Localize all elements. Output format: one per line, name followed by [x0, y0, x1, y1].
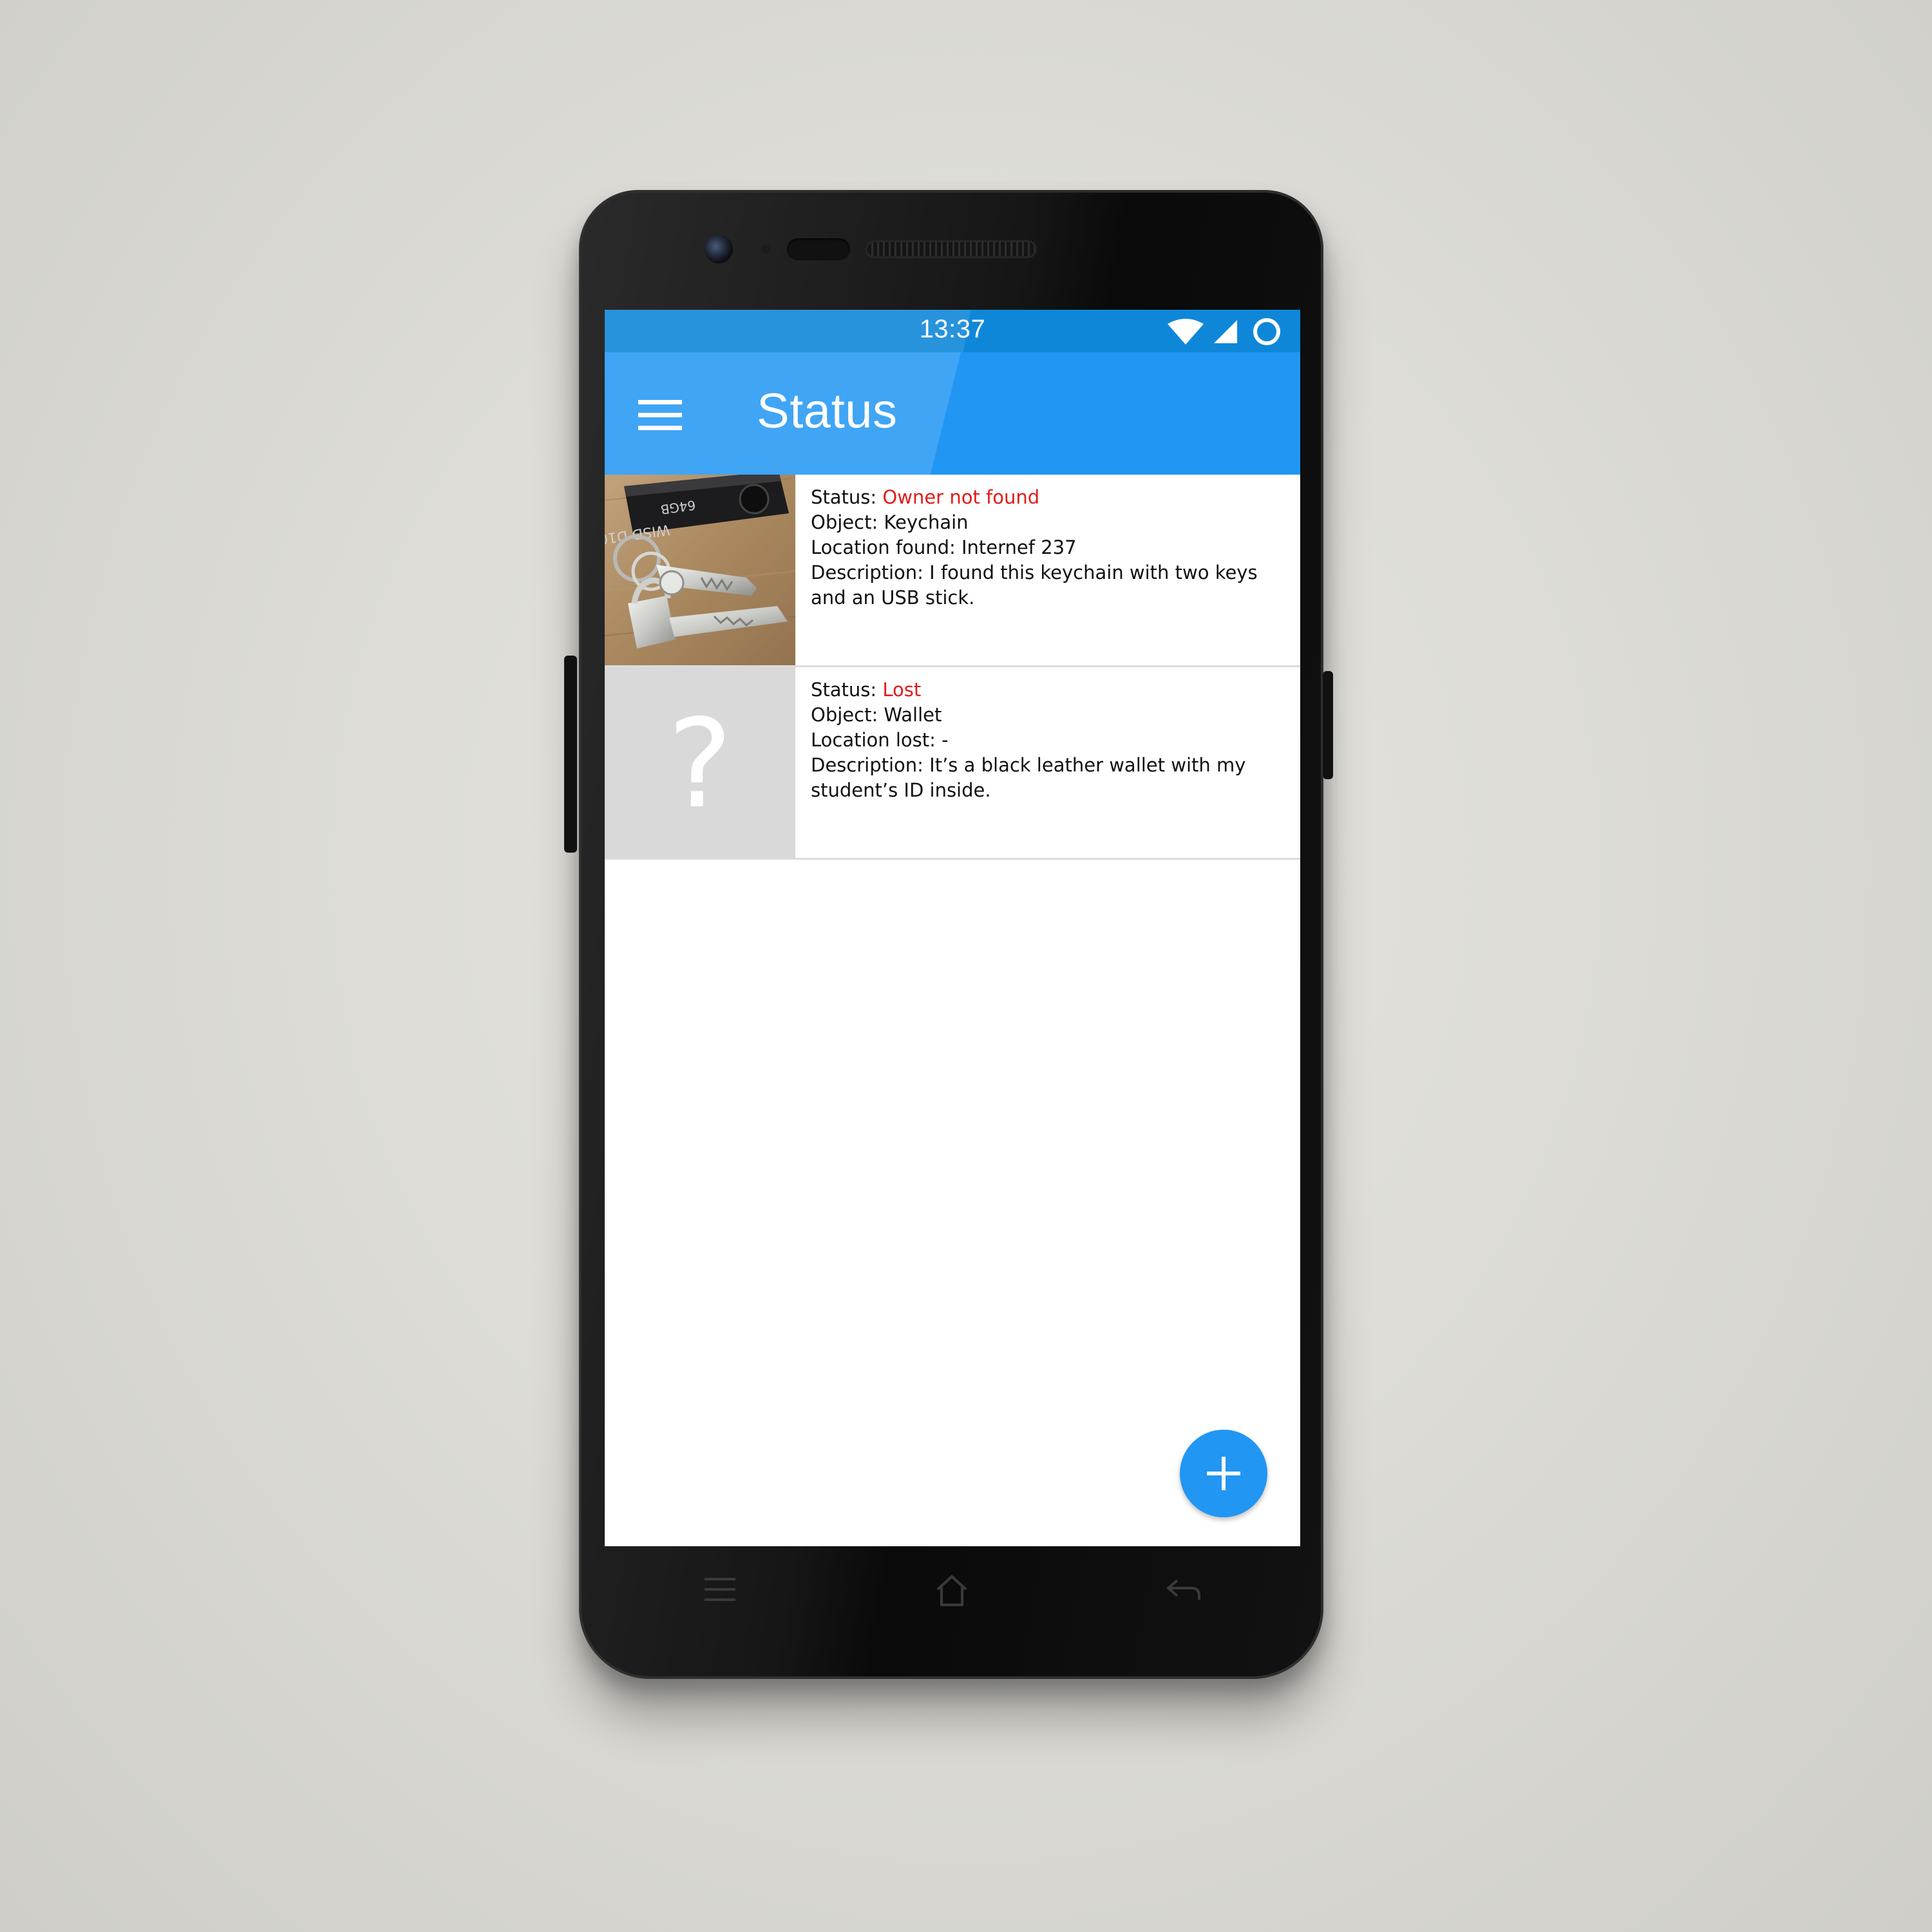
item-details: Status: Lost Object: Wallet Location los…: [811, 677, 1274, 803]
keychain-photo: 64GB WISD D100: [605, 475, 795, 665]
status-value: Owner not found: [882, 486, 1040, 508]
page-title: Status: [757, 384, 898, 439]
status-line: Status: Owner not found: [811, 485, 1274, 510]
status-label: Status:: [811, 679, 883, 701]
list-item[interactable]: ? Status: Lost Object: Wallet Location l…: [605, 667, 1300, 860]
status-list: 64GB WISD D100 Status: Owner not found O…: [605, 475, 1300, 860]
plus-icon-vertical: [1222, 1457, 1226, 1490]
keychain-illustration: 64GB WISD D100: [605, 475, 795, 665]
add-item-button[interactable]: [1180, 1430, 1267, 1517]
earpiece-speaker: [866, 240, 1037, 258]
circle-icon: [1253, 318, 1280, 345]
item-details: Status: Owner not found Object: Keychain…: [811, 485, 1274, 611]
home-key-icon[interactable]: [934, 1574, 970, 1607]
object-line: Object: Wallet: [811, 704, 942, 726]
hamburger-menu-icon[interactable]: [638, 400, 685, 432]
status-label: Status:: [811, 486, 883, 508]
power-button: [1323, 671, 1333, 779]
description-line: Description: It’s a black leather wallet…: [811, 754, 1246, 776]
question-mark-icon: ?: [667, 693, 733, 835]
object-line: Object: Keychain: [811, 511, 969, 533]
location-line: Location found: Internef 237: [811, 536, 1077, 558]
volume-button: [564, 656, 577, 853]
placeholder-thumbnail: ?: [605, 667, 795, 858]
proximity-sensor: [761, 245, 770, 254]
light-sensor: [787, 238, 850, 260]
app-bar: Status: [605, 352, 1300, 475]
app-bar-sheen: [605, 352, 1300, 475]
status-bar: 13:37: [605, 310, 1300, 352]
app-screen: 13:37 Status 64GB WISD D100 Status: Owne…: [605, 310, 1300, 1546]
front-camera: [705, 235, 733, 263]
wifi-icon: [1168, 319, 1204, 345]
menu-key-icon[interactable]: [702, 1575, 738, 1605]
back-key-icon[interactable]: [1164, 1575, 1202, 1605]
description-line: student’s ID inside.: [811, 779, 991, 801]
status-value: Lost: [882, 679, 922, 701]
status-line: Status: Lost: [811, 677, 1274, 703]
description-line: Description: I found this keychain with …: [811, 562, 1258, 583]
signal-icon: [1214, 320, 1237, 343]
list-item[interactable]: 64GB WISD D100 Status: Owner not found O…: [605, 475, 1300, 667]
description-line: and an USB stick.: [811, 587, 975, 609]
location-line: Location lost: -: [811, 729, 949, 751]
